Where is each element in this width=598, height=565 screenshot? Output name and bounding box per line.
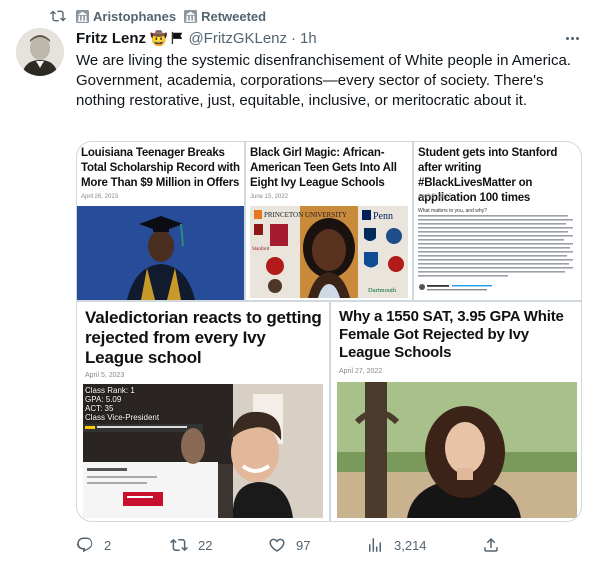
author-name[interactable]: Fritz Lenz (76, 30, 146, 47)
graduate-photo (77, 206, 244, 300)
card-headline: Louisiana Teenager Breaks Total Scholars… (81, 147, 240, 189)
reply-icon (76, 537, 93, 553)
article-card-valedictorian: Valedictorian reacts to getting rejected… (77, 302, 329, 521)
ivy-league-collage: PRINCETON UNIVERSITY Stanford Penn Dartm… (250, 206, 408, 298)
retweeter-name[interactable]: Aristophanes (93, 9, 176, 24)
retweet-count: 22 (198, 537, 213, 553)
avatar[interactable] (16, 28, 64, 76)
retweet-button[interactable]: 22 (170, 536, 212, 554)
application-prompt: What matters to you, and why? (418, 208, 487, 214)
retweeted-label: Retweeted (201, 8, 267, 24)
reply-button[interactable]: 2 (76, 536, 111, 554)
cowboy-emoji: 🤠 (150, 29, 168, 46)
classical-building-icon (76, 9, 89, 23)
views-button[interactable]: 3,214 (366, 536, 427, 554)
application-text-screenshot (418, 215, 578, 297)
stat-line: GPA: 5.09 (85, 395, 122, 404)
more-options-icon[interactable] (560, 30, 584, 46)
author-handle[interactable]: @FritzGKLenz (188, 30, 287, 47)
dartmouth-logo-text: Dartmouth (368, 287, 397, 294)
card-date: June 15, 2022 (250, 194, 289, 200)
penn-logo-text: Penn (373, 211, 393, 222)
student-photo (337, 382, 577, 518)
retweet-icon (50, 10, 66, 22)
stat-line: Class Vice-President (85, 413, 160, 422)
avatar-portrait (16, 28, 64, 76)
share-icon (484, 537, 498, 552)
valedictorian-stats-overlay: Class Rank: 1 GPA: 5.09 ACT: 35 Class Vi… (85, 386, 159, 422)
stat-line: Class Rank: 1 (85, 386, 135, 395)
princeton-logo-text: PRINCETON UNIVERSITY (264, 211, 347, 219)
stanford-logo-text: Stanford (252, 247, 270, 252)
article-card-ivy-league-girl: Black Girl Magic: African-American Teen … (246, 142, 412, 300)
like-button[interactable]: 97 (268, 536, 310, 554)
card-date: April 27, 2022 (339, 368, 383, 375)
card-headline: Why a 1550 SAT, 3.95 GPA White Female Go… (339, 308, 564, 361)
card-date: April 5, 2017 (418, 194, 452, 200)
views-chart-icon (369, 538, 381, 552)
card-date: April 26, 2023 (81, 194, 119, 200)
stat-line: ACT: 35 (85, 404, 114, 413)
tweet-time[interactable]: 1h (300, 30, 317, 47)
tweet-header: Fritz Lenz 🤠 @FritzGKLenz · 1h (76, 28, 317, 48)
media-image[interactable]: Louisiana Teenager Breaks Total Scholars… (76, 141, 582, 522)
classical-building-icon (184, 9, 198, 23)
views-count: 3,214 (394, 537, 427, 553)
black-flag-icon (172, 31, 183, 45)
retweet-icon (170, 538, 188, 552)
heart-icon (269, 538, 285, 552)
reply-count: 2 (104, 537, 112, 553)
time-separator: · (291, 29, 297, 47)
card-headline: Black Girl Magic: African-American Teen … (250, 147, 397, 189)
article-card-scholarship: Louisiana Teenager Breaks Total Scholars… (77, 142, 244, 300)
retweet-bar: Aristophanes Retweeted (50, 7, 266, 25)
tweet-actions: 2 22 97 3,214 (76, 530, 581, 560)
article-card-stanford-blm: Student gets into Stanford after writing… (414, 142, 581, 300)
card-headline: Valedictorian reacts to getting rejected… (85, 308, 322, 367)
like-count: 97 (296, 537, 311, 553)
card-date: April 5, 2023 (85, 372, 125, 379)
article-card-sat-rejection: Why a 1550 SAT, 3.95 GPA White Female Go… (331, 302, 581, 521)
share-button[interactable] (482, 536, 500, 554)
tweet-text: We are living the systemic disenfranchis… (76, 52, 571, 109)
